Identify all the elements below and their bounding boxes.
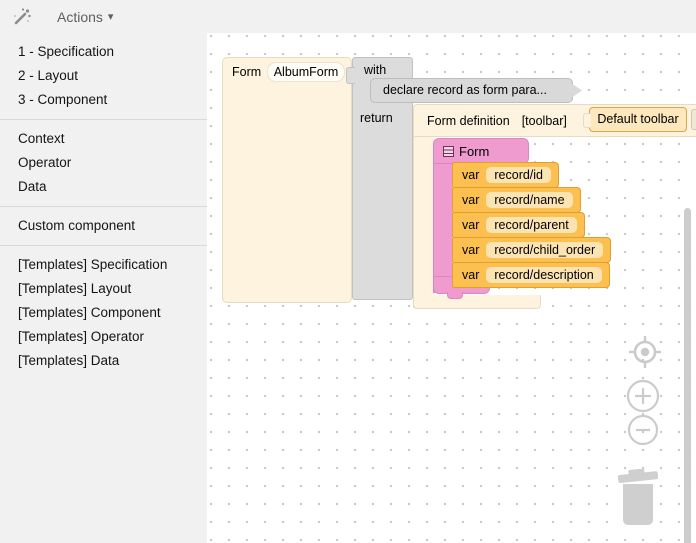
with-label: with — [364, 63, 386, 77]
workspace-canvas[interactable]: Form AlbumForm with return declare recor… — [207, 33, 696, 543]
form-container-title: Form — [459, 144, 489, 159]
palette-group-numbered: 1 - Specification 2 - Layout 3 - Compone… — [0, 33, 207, 120]
palette-group-templates: [Templates] Specification [Templates] La… — [0, 246, 207, 380]
zoom-in-icon[interactable] — [626, 379, 660, 413]
form-name-field[interactable]: AlbumForm — [267, 62, 345, 82]
zoom-out-icon[interactable] — [627, 414, 659, 446]
form-definition-foot[interactable] — [413, 295, 541, 309]
form-container-left-wall[interactable] — [433, 161, 452, 293]
left-connector-tab — [346, 67, 355, 84]
top-toolbar: Actions ▾ — [0, 0, 696, 33]
var-keyword: var — [462, 168, 479, 182]
default-toolbar-label: Default toolbar — [597, 112, 678, 126]
sidebar-item-templates-operator[interactable]: [Templates] Operator — [0, 325, 207, 349]
toolbar-param-label: [toolbar] — [522, 114, 567, 128]
var-block-record-name[interactable]: var record/name — [452, 187, 581, 213]
palette-group-core: Context Operator Data — [0, 120, 207, 207]
magic-wand-icon — [12, 7, 32, 27]
var-name-field[interactable]: record/id — [486, 167, 551, 183]
var-keyword: var — [462, 268, 479, 282]
sidebar-item-operator[interactable]: Operator — [0, 151, 207, 175]
sidebar-item-templates-specification[interactable]: [Templates] Specification — [0, 253, 207, 277]
var-keyword: var — [462, 218, 479, 232]
var-name-field[interactable]: record/child_order — [486, 242, 603, 258]
sidebar-item-custom-component[interactable]: Custom component — [0, 214, 207, 238]
chevron-down-icon: ▾ — [108, 10, 114, 23]
palette-group-custom: Custom component — [0, 207, 207, 246]
var-block-record-child-order[interactable]: var record/child_order — [452, 237, 611, 263]
sidebar-item-component[interactable]: 3 - Component — [0, 88, 207, 112]
form-definition-left-wall[interactable] — [413, 128, 435, 308]
var-block-record-parent[interactable]: var record/parent — [452, 212, 585, 238]
return-label: return — [360, 111, 393, 125]
var-keyword: var — [462, 193, 479, 207]
center-target-icon[interactable] — [627, 334, 663, 370]
sidebar-item-templates-data[interactable]: [Templates] Data — [0, 349, 207, 373]
var-keyword: var — [462, 243, 479, 257]
block-palette-sidebar: 1 - Specification 2 - Layout 3 - Compone… — [0, 33, 207, 543]
form-definition-title: Form definition — [427, 114, 510, 128]
var-name-field[interactable]: record/parent — [486, 217, 576, 233]
sidebar-item-specification[interactable]: 1 - Specification — [0, 40, 207, 64]
declare-record-block[interactable]: declare record as form para... — [370, 78, 573, 103]
default-toolbar-block[interactable]: Default toolbar — [589, 107, 687, 132]
form-block-label: Form — [232, 65, 261, 79]
sidebar-item-templates-layout[interactable]: [Templates] Layout — [0, 277, 207, 301]
var-block-record-id[interactable]: var record/id — [452, 162, 559, 188]
clipped-block-edge — [691, 109, 696, 130]
sidebar-item-layout[interactable]: 2 - Layout — [0, 64, 207, 88]
trash-icon[interactable] — [615, 469, 663, 529]
variable-block-stack: var record/id var record/name var record… — [452, 163, 611, 288]
actions-dropdown[interactable]: Actions ▾ — [57, 9, 113, 25]
sidebar-item-templates-component[interactable]: [Templates] Component — [0, 301, 207, 325]
table-icon — [443, 146, 454, 157]
actions-label: Actions — [57, 9, 103, 25]
form-container-bottom-notch — [447, 292, 463, 299]
var-name-field[interactable]: record/name — [486, 192, 572, 208]
form-container-block[interactable]: Form — [433, 138, 529, 164]
declare-record-label: declare record as form para... — [383, 83, 547, 97]
form-block[interactable]: Form AlbumForm — [222, 57, 352, 303]
sidebar-item-context[interactable]: Context — [0, 127, 207, 151]
var-block-record-description[interactable]: var record/description — [452, 262, 610, 288]
sidebar-item-data[interactable]: Data — [0, 175, 207, 199]
vertical-scrollbar[interactable] — [684, 208, 691, 543]
var-name-field[interactable]: record/description — [486, 267, 601, 283]
